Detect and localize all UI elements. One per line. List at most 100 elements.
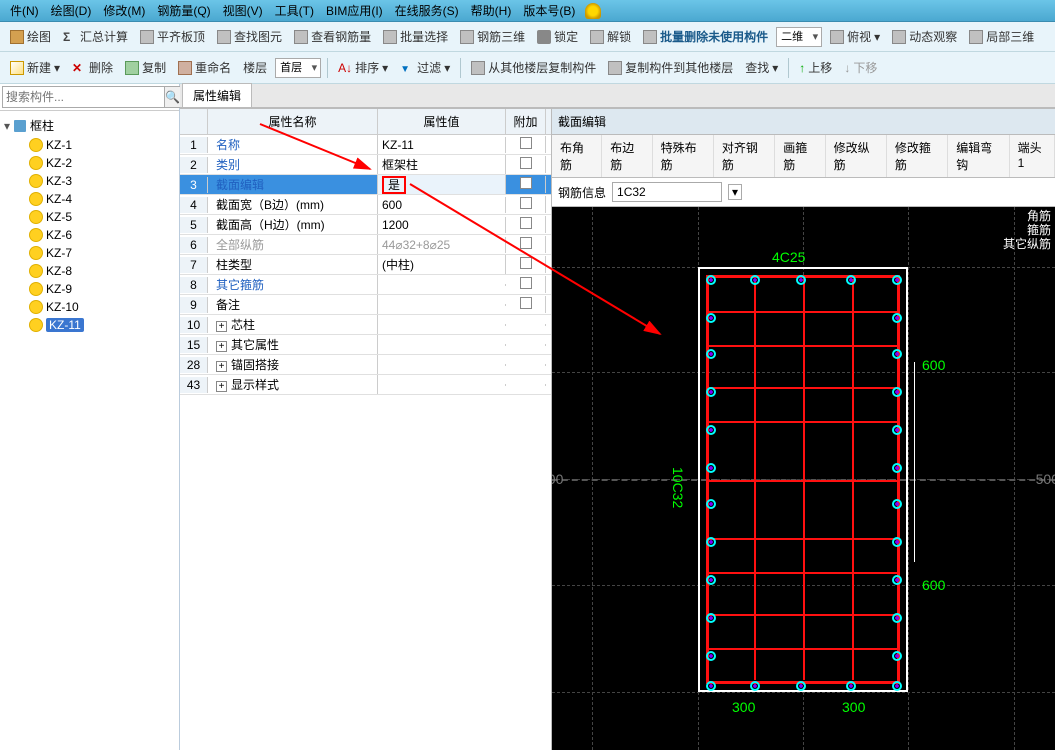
local3d-button[interactable]: 局部三维 bbox=[965, 26, 1038, 47]
steel3d-button[interactable]: 钢筋三维 bbox=[456, 26, 529, 47]
grid-checkbox[interactable] bbox=[520, 257, 532, 269]
section-outline bbox=[698, 267, 908, 692]
root-label: 框柱 bbox=[30, 117, 54, 134]
tree-item-KZ-8[interactable]: KZ-8 bbox=[2, 262, 177, 280]
expand-icon[interactable]: + bbox=[216, 381, 227, 392]
new-button[interactable]: 新建 ▾ bbox=[6, 57, 64, 78]
grid-row-8[interactable]: 8其它箍筋 bbox=[180, 275, 551, 295]
dim-leftdash: 500 bbox=[552, 471, 563, 487]
dyn-button[interactable]: 动态观察 bbox=[888, 26, 961, 47]
unlock-button[interactable]: 解锁 bbox=[586, 26, 635, 47]
grid-checkbox[interactable] bbox=[520, 217, 532, 229]
tree-item-KZ-3[interactable]: KZ-3 bbox=[2, 172, 177, 190]
grid-row-4[interactable]: 4截面宽（B边）(mm)600 bbox=[180, 195, 551, 215]
delete-button[interactable]: 删除 bbox=[68, 57, 117, 78]
menu-file[interactable]: 件(N) bbox=[4, 0, 45, 21]
grid-row-9[interactable]: 9备注 bbox=[180, 295, 551, 315]
filter-button[interactable]: 过滤 ▾ bbox=[396, 57, 454, 78]
tree-item-KZ-2[interactable]: KZ-2 bbox=[2, 154, 177, 172]
steel-dropdown-icon[interactable]: ▾ bbox=[728, 184, 742, 200]
collapse-icon[interactable] bbox=[4, 119, 10, 133]
steel-input[interactable] bbox=[612, 182, 722, 202]
tree-item-KZ-1[interactable]: KZ-1 bbox=[2, 136, 177, 154]
tree-item-KZ-9[interactable]: KZ-9 bbox=[2, 280, 177, 298]
expand-icon[interactable]: + bbox=[216, 321, 227, 332]
sum-button[interactable]: 汇总计算 bbox=[59, 26, 132, 47]
expand-icon[interactable]: + bbox=[216, 361, 227, 372]
section-tab-6[interactable]: 修改箍筋 bbox=[887, 135, 948, 177]
tree-root[interactable]: 框柱 bbox=[2, 115, 177, 136]
rebar bbox=[892, 463, 902, 473]
tree-item-KZ-4[interactable]: KZ-4 bbox=[2, 190, 177, 208]
down-button[interactable]: ↓下移 bbox=[840, 57, 881, 78]
batchdel-button[interactable]: 批量删除未使用构件 bbox=[639, 26, 772, 47]
section-tab-2[interactable]: 特殊布筋 bbox=[653, 135, 714, 177]
up-button[interactable]: ↑上移 bbox=[795, 57, 836, 78]
tree-item-KZ-10[interactable]: KZ-10 bbox=[2, 298, 177, 316]
menu-tools[interactable]: 工具(T) bbox=[269, 0, 320, 21]
flat-button[interactable]: 平齐板顶 bbox=[136, 26, 209, 47]
grid-row-10[interactable]: 10+芯柱 bbox=[180, 315, 551, 335]
grid-row-15[interactable]: 15+其它属性 bbox=[180, 335, 551, 355]
section-tab-3[interactable]: 对齐钢筋 bbox=[714, 135, 775, 177]
tab-properties[interactable]: 属性编辑 bbox=[182, 83, 252, 107]
rebar bbox=[892, 425, 902, 435]
menu-online[interactable]: 在线服务(S) bbox=[389, 0, 465, 21]
section-tab-1[interactable]: 布边筋 bbox=[602, 135, 652, 177]
draw-button[interactable]: 绘图 bbox=[6, 26, 55, 47]
view-dropdown[interactable]: 二维 bbox=[776, 27, 822, 47]
grid-row-5[interactable]: 5截面高（H边）(mm)1200 bbox=[180, 215, 551, 235]
batchsel-button[interactable]: 批量选择 bbox=[379, 26, 452, 47]
expand-icon[interactable]: + bbox=[216, 341, 227, 352]
grid-checkbox[interactable] bbox=[520, 297, 532, 309]
menu-steel[interactable]: 钢筋量(Q) bbox=[151, 0, 216, 21]
grid-row-2[interactable]: 2类别框架柱 bbox=[180, 155, 551, 175]
grid-checkbox[interactable] bbox=[520, 197, 532, 209]
menu-bim[interactable]: BIM应用(I) bbox=[320, 0, 389, 21]
grid-checkbox[interactable] bbox=[520, 237, 532, 249]
findel-button[interactable]: 查找图元 bbox=[213, 26, 286, 47]
search-button[interactable]: 🔍 bbox=[165, 86, 181, 108]
tree-item-KZ-5[interactable]: KZ-5 bbox=[2, 208, 177, 226]
section-tab-5[interactable]: 修改纵筋 bbox=[826, 135, 887, 177]
topview-button[interactable]: 俯视 ▾ bbox=[826, 26, 884, 47]
section-tab-4[interactable]: 画箍筋 bbox=[775, 135, 825, 177]
section-tab-0[interactable]: 布角筋 bbox=[552, 135, 602, 177]
sort-button[interactable]: A↓排序 ▾ bbox=[334, 57, 392, 78]
rename-button[interactable]: 重命名 bbox=[174, 57, 235, 78]
grid-row-28[interactable]: 28+锚固搭接 bbox=[180, 355, 551, 375]
search-input[interactable] bbox=[2, 86, 165, 108]
tree-item-KZ-7[interactable]: KZ-7 bbox=[2, 244, 177, 262]
grid-row-7[interactable]: 7柱类型(中柱) bbox=[180, 255, 551, 275]
grid-row-1[interactable]: 1名称KZ-11 bbox=[180, 135, 551, 155]
grid-checkbox[interactable] bbox=[520, 177, 532, 189]
grid-row-6[interactable]: 6全部纵筋44⌀32+8⌀25 bbox=[180, 235, 551, 255]
grid-row-43[interactable]: 43+显示样式 bbox=[180, 375, 551, 395]
tree-item-KZ-11[interactable]: KZ-11 bbox=[2, 316, 177, 334]
grid-row-3[interactable]: 3截面编辑是 bbox=[180, 175, 551, 195]
rename-icon bbox=[178, 61, 192, 75]
section-canvas[interactable]: 500 500 角筋 4C3 箍筋 C10 其它纵筋 20C bbox=[552, 207, 1055, 750]
menu-modify[interactable]: 修改(M) bbox=[97, 0, 151, 21]
grid-checkbox[interactable] bbox=[520, 157, 532, 169]
viewsteel-button[interactable]: 查看钢筋量 bbox=[290, 26, 375, 47]
lock-button[interactable]: 锁定 bbox=[533, 26, 582, 47]
menu-help[interactable]: 帮助(H) bbox=[465, 0, 518, 21]
menu-view[interactable]: 视图(V) bbox=[217, 0, 269, 21]
node-label: KZ-5 bbox=[46, 210, 72, 224]
filter-icon bbox=[400, 61, 414, 75]
floor-dropdown[interactable]: 首层 bbox=[275, 58, 321, 78]
tree-item-KZ-6[interactable]: KZ-6 bbox=[2, 226, 177, 244]
section-tab-8[interactable]: 端头1 bbox=[1010, 135, 1055, 177]
copy-button[interactable]: 复制 bbox=[121, 57, 170, 78]
sigma-icon bbox=[63, 30, 77, 44]
copyfrom-button[interactable]: 从其他楼层复制构件 bbox=[467, 57, 600, 78]
menu-draw[interactable]: 绘图(D) bbox=[45, 0, 98, 21]
grid-checkbox[interactable] bbox=[520, 137, 532, 149]
menu-version[interactable]: 版本号(B) bbox=[517, 0, 581, 21]
section-tab-7[interactable]: 编辑弯钩 bbox=[948, 135, 1009, 177]
grid-checkbox[interactable] bbox=[520, 277, 532, 289]
find-button[interactable]: 查找 ▾ bbox=[741, 57, 782, 78]
sum-label: 汇总计算 bbox=[80, 28, 128, 45]
copyto-button[interactable]: 复制构件到其他楼层 bbox=[604, 57, 737, 78]
